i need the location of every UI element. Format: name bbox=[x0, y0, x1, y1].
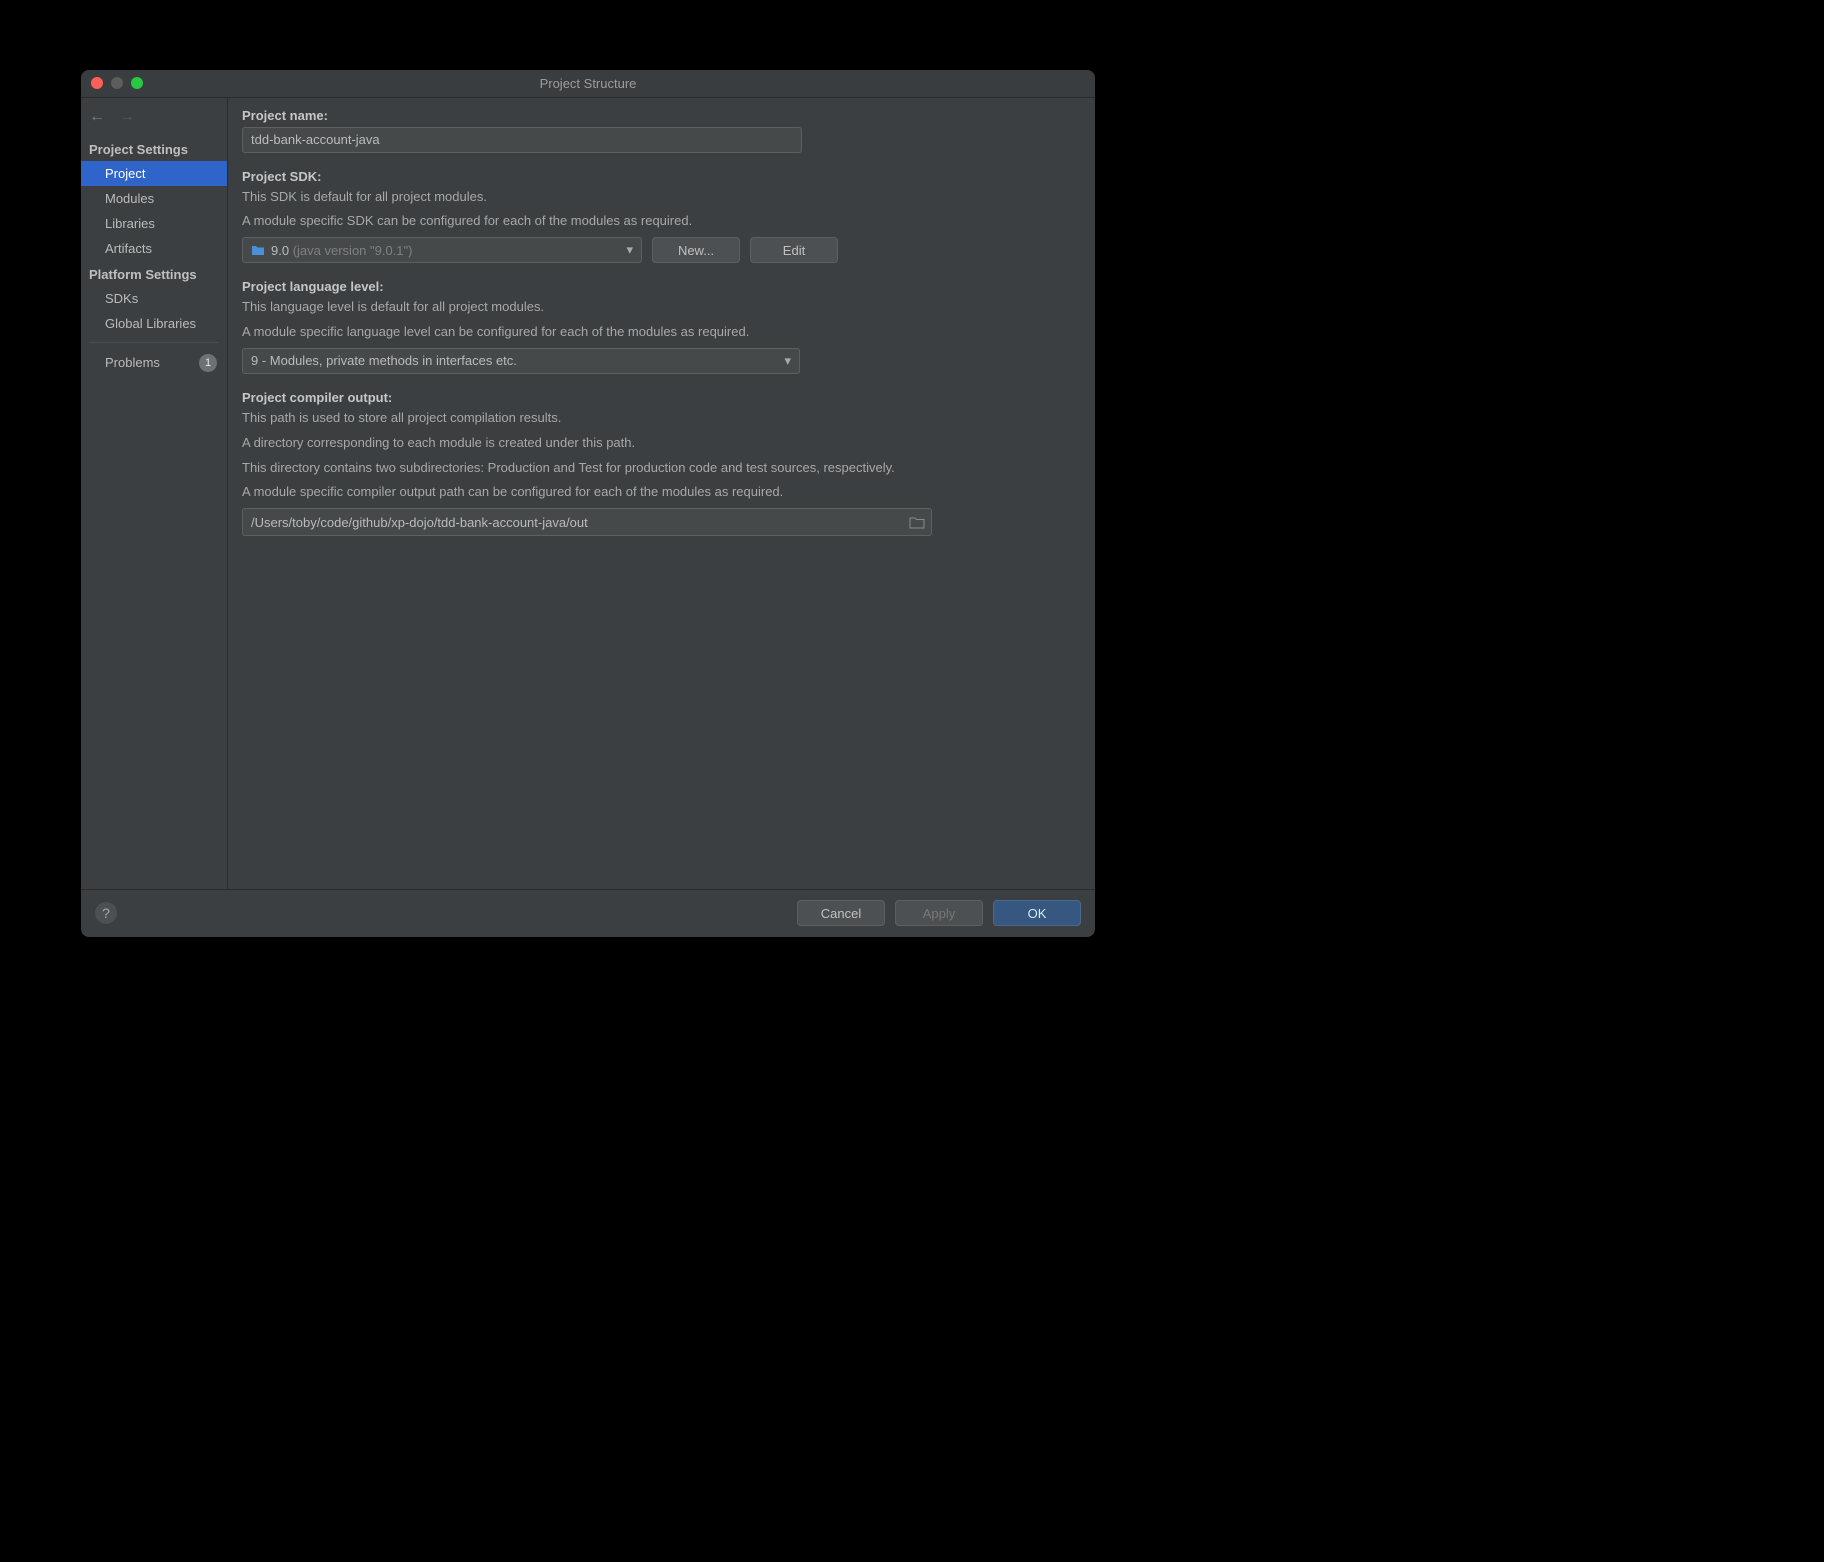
problems-label: Problems bbox=[105, 355, 160, 370]
browse-folder-icon[interactable] bbox=[909, 516, 925, 529]
sidebar: ← → Project Settings Project Modules Lib… bbox=[81, 98, 228, 889]
sidebar-item-sdks[interactable]: SDKs bbox=[81, 286, 227, 311]
compiler-output-input[interactable] bbox=[251, 515, 909, 530]
sdk-new-button[interactable]: New... bbox=[652, 237, 740, 263]
sdk-edit-button[interactable]: Edit bbox=[750, 237, 838, 263]
section-platform-settings: Platform Settings bbox=[81, 261, 227, 286]
compiler-output-desc3: This directory contains two subdirectori… bbox=[242, 459, 942, 478]
compiler-output-label: Project compiler output: bbox=[242, 390, 1081, 405]
dialog-footer: ? Cancel Apply OK bbox=[81, 889, 1095, 937]
help-button[interactable]: ? bbox=[95, 902, 117, 924]
project-sdk-desc2: A module specific SDK can be configured … bbox=[242, 212, 1081, 231]
project-sdk-desc1: This SDK is default for all project modu… bbox=[242, 188, 1081, 207]
project-sdk-label: Project SDK: bbox=[242, 169, 1081, 184]
language-level-value: 9 - Modules, private methods in interfac… bbox=[251, 353, 517, 368]
sdk-value: 9.0 bbox=[271, 243, 289, 258]
sidebar-item-artifacts[interactable]: Artifacts bbox=[81, 236, 227, 261]
chevron-down-icon: ▾ bbox=[626, 242, 633, 258]
compiler-output-desc2: A directory corresponding to each module… bbox=[242, 434, 1081, 453]
close-window-button[interactable] bbox=[91, 77, 103, 89]
ok-button[interactable]: OK bbox=[993, 900, 1081, 926]
language-level-desc2: A module specific language level can be … bbox=[242, 323, 1081, 342]
back-button[interactable]: ← bbox=[89, 108, 105, 126]
window-title: Project Structure bbox=[540, 76, 637, 91]
sidebar-item-global-libraries[interactable]: Global Libraries bbox=[81, 311, 227, 336]
sdk-folder-icon bbox=[251, 245, 265, 256]
project-name-input[interactable] bbox=[242, 127, 802, 153]
zoom-window-button[interactable] bbox=[131, 77, 143, 89]
nav-history: ← → bbox=[81, 104, 227, 136]
sidebar-item-libraries[interactable]: Libraries bbox=[81, 211, 227, 236]
sdk-version: (java version "9.0.1") bbox=[293, 243, 413, 258]
minimize-window-button[interactable] bbox=[111, 77, 123, 89]
compiler-output-desc4: A module specific compiler output path c… bbox=[242, 483, 942, 502]
sidebar-item-project[interactable]: Project bbox=[81, 161, 227, 186]
section-project-settings: Project Settings bbox=[81, 136, 227, 161]
compiler-output-desc1: This path is used to store all project c… bbox=[242, 409, 1081, 428]
window-controls bbox=[91, 77, 143, 89]
sidebar-item-problems[interactable]: Problems 1 bbox=[81, 349, 227, 377]
chevron-down-icon: ▾ bbox=[784, 353, 791, 369]
project-name-label: Project name: bbox=[242, 108, 1081, 123]
language-level-desc1: This language level is default for all p… bbox=[242, 298, 1081, 317]
project-sdk-dropdown[interactable]: 9.0 (java version "9.0.1") ▾ bbox=[242, 237, 642, 263]
sidebar-divider bbox=[89, 342, 219, 343]
titlebar: Project Structure bbox=[81, 70, 1095, 98]
sidebar-item-modules[interactable]: Modules bbox=[81, 186, 227, 211]
project-structure-dialog: Project Structure ← → Project Settings P… bbox=[81, 70, 1095, 937]
language-level-label: Project language level: bbox=[242, 279, 1081, 294]
cancel-button[interactable]: Cancel bbox=[797, 900, 885, 926]
problems-count-badge: 1 bbox=[199, 354, 217, 372]
forward-button: → bbox=[119, 108, 135, 126]
compiler-output-field bbox=[242, 508, 932, 536]
content-panel: Project name: Project SDK: This SDK is d… bbox=[228, 98, 1095, 889]
apply-button: Apply bbox=[895, 900, 983, 926]
language-level-dropdown[interactable]: 9 - Modules, private methods in interfac… bbox=[242, 348, 800, 374]
